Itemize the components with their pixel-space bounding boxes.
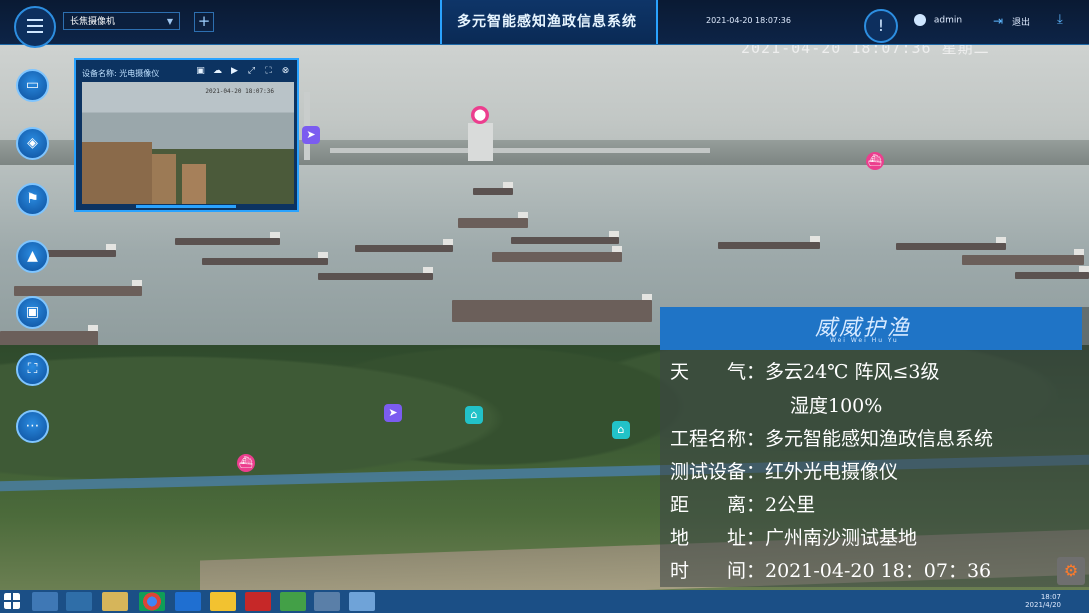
layers-icon[interactable]: ◈ — [16, 127, 49, 160]
info-panel: 威威护渔 Wei Wei Hu Yu 天 气：多云24℃ 阵风≤3级 湿度100… — [660, 307, 1089, 587]
app-icon[interactable] — [66, 592, 92, 611]
more-icon[interactable]: ⋯ — [16, 410, 49, 443]
settings-gear-icon[interactable]: ⚙ — [1057, 557, 1085, 585]
file-explorer-icon[interactable] — [102, 592, 128, 611]
ship — [202, 252, 328, 265]
project-row: 工程名称：多元智能感知渔政信息系统 — [670, 428, 994, 450]
camera-popup-footer — [136, 205, 236, 208]
alert-button[interactable]: ! — [864, 9, 898, 43]
ship — [962, 249, 1084, 265]
beacon-marker-icon[interactable]: ⌂ — [612, 421, 630, 439]
camera-popup: 设备名称: 光电摄像仪 ▣ ☁ ▶ ⤢ ⛶ ⊗ 2021-04-20 18:07… — [74, 58, 299, 212]
send-marker-icon[interactable]: ➤ — [302, 126, 320, 144]
ship — [473, 182, 513, 195]
logout-button[interactable]: ⇥ 退出 — [993, 14, 1030, 28]
ship — [318, 267, 433, 280]
brand-logo-subtitle: Wei Wei Hu Yu — [830, 337, 899, 344]
beacon-marker-icon[interactable]: ⌂ — [465, 406, 483, 424]
add-camera-button[interactable]: + — [194, 12, 214, 32]
location-pin-icon[interactable]: ⬤ — [471, 106, 489, 124]
bridge — [330, 148, 710, 153]
info-banner: 威威护渔 Wei Wei Hu Yu — [660, 307, 1082, 350]
user-avatar-icon — [914, 14, 926, 26]
ship — [175, 232, 280, 245]
alarm-light-icon[interactable]: ▲ — [16, 240, 49, 273]
play-icon[interactable]: ▶ — [229, 66, 240, 77]
logout-icon: ⇥ — [993, 14, 1004, 28]
menu-icon — [27, 25, 43, 27]
camera-popup-video[interactable]: 2021-04-20 18:07:36 — [82, 82, 294, 204]
expand-icon[interactable]: ⤢ — [246, 66, 257, 77]
ship — [452, 294, 652, 322]
ship — [896, 237, 1006, 250]
time-row: 时 间：2021-04-20 18：07：36 — [670, 560, 992, 582]
ship — [14, 280, 142, 296]
menu-button[interactable] — [14, 6, 56, 48]
user-menu[interactable]: admin — [914, 14, 962, 26]
ship — [492, 246, 622, 262]
camera-popup-tools: ▣ ☁ ▶ ⤢ ⛶ ⊗ — [195, 66, 291, 77]
camera-select[interactable]: 长焦摄像机 ▼ — [63, 12, 180, 30]
menu-icon — [27, 19, 43, 21]
menu-icon — [27, 31, 43, 33]
building — [182, 164, 206, 204]
camera-popup-title: 设备名称: 光电摄像仪 — [82, 69, 160, 78]
close-icon[interactable]: ⊗ — [280, 66, 291, 77]
far-building — [468, 123, 493, 161]
ship — [1015, 266, 1089, 279]
teamviewer-icon[interactable] — [175, 592, 201, 611]
taskbar: 18:07 2021/4/20 — [0, 590, 1089, 613]
clock-date: 2021/4/20 — [1025, 601, 1061, 609]
download-icon[interactable]: ⤓ — [1057, 12, 1063, 27]
boat-marker-icon[interactable]: ⛴ — [237, 454, 255, 472]
camera-popup-osd: 2021-04-20 18:07:36 — [205, 88, 274, 95]
ship — [355, 239, 453, 252]
alert-icon: ! — [877, 16, 885, 35]
ship — [511, 231, 619, 244]
chevron-down-icon: ▼ — [166, 17, 173, 26]
image-viewer-icon[interactable] — [314, 592, 340, 611]
camera-select-value: 长焦摄像机 — [70, 17, 116, 27]
record-icon[interactable]: ▣ — [195, 66, 206, 77]
distance-row: 距 离：2公里 — [670, 494, 816, 516]
save-icon[interactable]: ▣ — [16, 296, 49, 329]
chrome-icon[interactable] — [139, 592, 165, 611]
folder-app-icon[interactable] — [210, 592, 236, 611]
clock-time: 18:07 — [1040, 593, 1061, 601]
building — [152, 154, 176, 204]
building — [82, 142, 152, 204]
app-title: 多元智能感知渔政信息系统 — [457, 14, 637, 30]
ship — [718, 236, 820, 249]
fullscreen-icon[interactable]: ⛶ — [263, 66, 274, 77]
humidity-row: 湿度100% — [790, 395, 883, 417]
upload-icon[interactable]: ☁ — [212, 66, 223, 77]
red-app-icon[interactable] — [245, 592, 271, 611]
system-clock[interactable]: 18:07 2021/4/20 — [1025, 593, 1061, 609]
address-row: 地 址：广州南沙测试基地 — [670, 527, 918, 549]
boat-marker-icon[interactable]: ⛴ — [866, 152, 884, 170]
computer-icon[interactable] — [32, 592, 58, 611]
device-row: 测试设备：红外光电摄像仪 — [670, 461, 899, 483]
refresh-app-icon[interactable] — [280, 592, 306, 611]
username: admin — [933, 15, 963, 26]
weather-row: 天 气：多云24℃ 阵风≤3级 — [670, 361, 940, 383]
flag-icon[interactable]: ⚑ — [16, 183, 49, 216]
folder-icon[interactable]: ▭ — [16, 69, 49, 102]
eye-app-icon[interactable] — [349, 592, 375, 611]
windows-start-icon[interactable] — [4, 593, 20, 609]
header-datetime: 2021-04-20 18:07:36 — [706, 16, 791, 25]
send-marker-icon[interactable]: ➤ — [384, 404, 402, 422]
logout-label: 退出 — [1011, 18, 1030, 28]
network-icon[interactable]: ⛶ — [16, 353, 49, 386]
ship — [458, 212, 528, 228]
